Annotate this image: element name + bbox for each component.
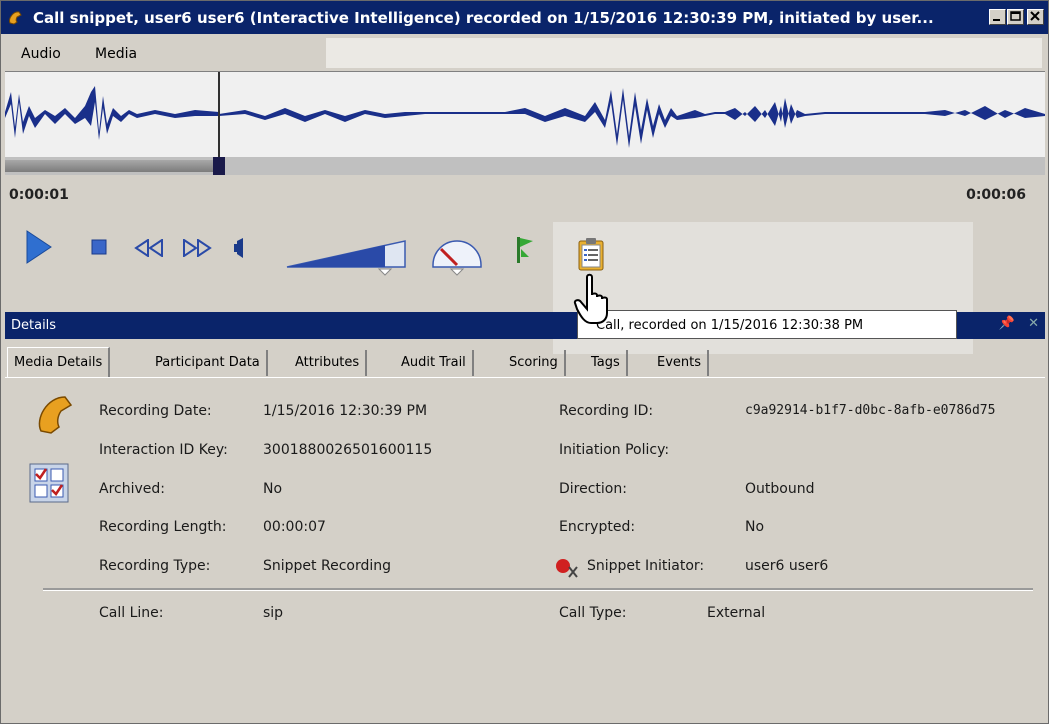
total-time: 0:00:06 [966,187,1026,203]
details-separator [43,588,1033,591]
fast-forward-icon[interactable] [181,238,215,261]
checklist-icon [29,463,69,507]
menu-bar-empty-area [326,38,1042,68]
recording-date-value: 1/15/2016 12:30:39 PM [263,403,428,419]
details-panel-title: Details [11,318,57,333]
timeline-scroll-thumb[interactable] [5,160,213,172]
media-player-window: Call snippet, user6 user6 (Interactive I… [0,0,1049,724]
waveform-svg [5,72,1045,157]
interaction-id-value: 3001880026501600115 [263,442,433,458]
call-type-value: External [707,605,766,621]
speaker-icon[interactable] [233,237,247,263]
timeline-position-marker[interactable] [213,157,225,175]
tab-tags[interactable]: Tags [585,350,628,376]
recording-type-value: Snippet Recording [263,558,391,574]
volume-slider[interactable] [285,235,411,283]
phone-handset-icon [35,393,77,441]
call-line-value: sip [263,605,284,621]
recording-id-value: c9a92914-b1f7-d0bc-8afb-e0786d75 [745,403,996,418]
tab-media-details[interactable]: Media Details [7,347,111,378]
clip-tooltip: Call, recorded on 1/15/2016 12:30:38 PM [577,310,957,339]
direction-value: Outbound [745,481,815,497]
call-type-label: Call Type: [559,605,627,621]
hand-cursor-icon [573,273,613,329]
stop-icon[interactable] [91,239,107,259]
tab-participant-data[interactable]: Participant Data [149,350,268,376]
menu-audio[interactable]: Audio [21,46,61,62]
close-button[interactable] [1027,9,1044,25]
snippet-initiator-value: user6 user6 [745,558,829,574]
tab-scoring[interactable]: Scoring [503,350,566,376]
title-bar[interactable]: Call snippet, user6 user6 (Interactive I… [1,1,1048,34]
clipboard-icon[interactable] [577,237,605,275]
details-tabs: Media Details Participant Data Attribute… [5,347,1045,378]
window-title: Call snippet, user6 user6 (Interactive I… [33,9,934,27]
tab-attributes[interactable]: Attributes [289,350,368,376]
speed-gauge-icon[interactable] [429,235,485,283]
recording-date-label: Recording Date: [99,403,212,419]
archived-value: No [263,481,283,497]
pin-icon[interactable]: 📌 [999,316,1015,331]
recording-id-label: Recording ID: [559,403,654,419]
call-line-label: Call Line: [99,605,164,621]
timeline-scrollbar[interactable] [5,157,1045,175]
menu-media[interactable]: Media [95,46,137,62]
snippet-initiator-icon [555,557,581,583]
archived-label: Archived: [99,481,165,497]
elapsed-time: 0:00:01 [9,187,69,203]
flag-marker-icon[interactable] [513,235,537,269]
rewind-icon[interactable] [133,238,165,261]
encrypted-label: Encrypted: [559,519,636,535]
waveform-view[interactable] [5,71,1045,158]
tab-events[interactable]: Events [651,350,710,376]
phone-icon [7,9,29,31]
recording-length-label: Recording Length: [99,519,227,535]
minimize-button[interactable] [989,9,1006,25]
direction-label: Direction: [559,481,627,497]
tab-audit-trail[interactable]: Audit Trail [395,350,474,376]
snippet-initiator-label: Snippet Initiator: [587,558,705,574]
close-panel-icon[interactable]: ✕ [1028,316,1039,331]
initiation-policy-label: Initiation Policy: [559,442,670,458]
menu-bar: Audio Media [1,34,1048,70]
play-icon[interactable] [25,229,53,269]
maximize-button[interactable] [1007,9,1024,25]
recording-type-label: Recording Type: [99,558,211,574]
recording-length-value: 00:00:07 [263,519,326,535]
encrypted-value: No [745,519,765,535]
interaction-id-label: Interaction ID Key: [99,442,228,458]
waveform-trace [5,86,1045,148]
media-details-content [5,377,1045,723]
